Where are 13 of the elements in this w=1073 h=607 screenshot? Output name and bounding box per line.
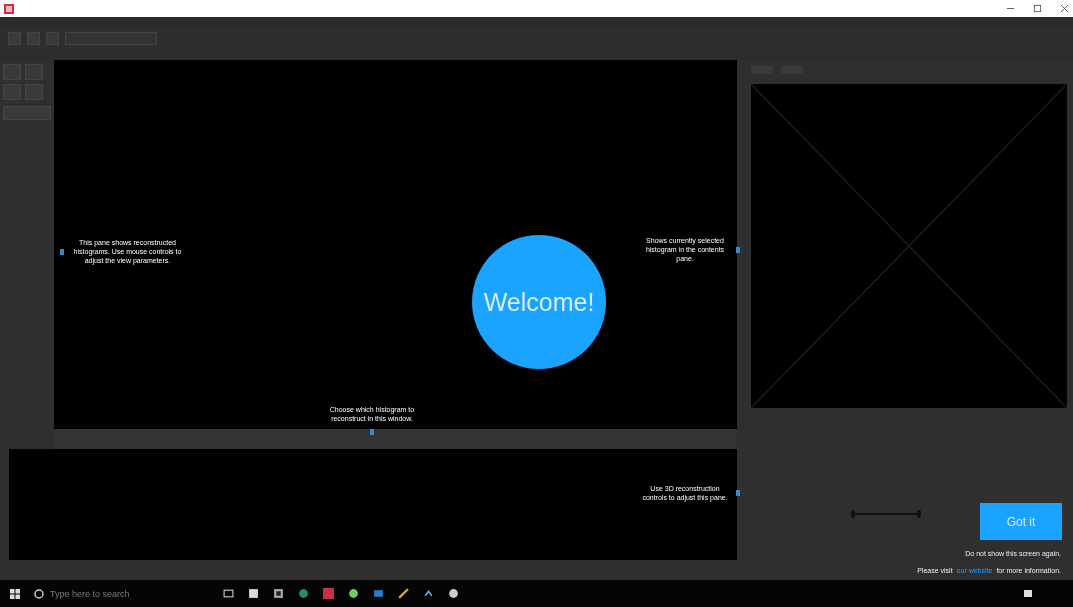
- start-icon[interactable]: [10, 588, 20, 599]
- hint-pointer-icon: [736, 246, 740, 253]
- notification-icon[interactable]: [1023, 588, 1033, 599]
- maximize-icon[interactable]: [1033, 4, 1042, 13]
- app-icon: [4, 3, 14, 14]
- hint-pointer-icon: [370, 429, 374, 435]
- hint-pointer-icon: [736, 490, 740, 496]
- search-icon[interactable]: [34, 588, 44, 599]
- histogram-view[interactable]: [54, 60, 737, 429]
- range-slider[interactable]: [851, 510, 921, 518]
- taskbar-search-field[interactable]: Type here to search: [50, 588, 190, 599]
- close-icon[interactable]: [1060, 4, 1069, 13]
- hint-pointer-icon: [60, 248, 64, 255]
